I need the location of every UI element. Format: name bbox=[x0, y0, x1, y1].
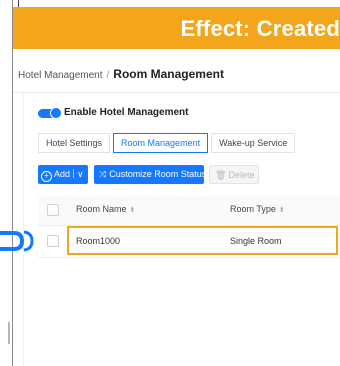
sort-icon: ⬍ bbox=[129, 207, 136, 214]
select-all-checkbox[interactable] bbox=[47, 204, 59, 216]
tab-room-management[interactable]: Room Management bbox=[113, 133, 209, 153]
column-room-name-label: Room Name bbox=[76, 204, 127, 214]
trash-icon: 🗑 bbox=[215, 170, 227, 180]
add-button[interactable]: + Add ∨ bbox=[38, 165, 88, 184]
toggle-label: Enable Hotel Management bbox=[64, 107, 189, 118]
add-button-divider bbox=[73, 169, 75, 178]
enable-hotel-management-toggle[interactable] bbox=[38, 107, 62, 119]
row-checkbox[interactable] bbox=[47, 235, 59, 247]
breadcrumb-parent[interactable]: Hotel Management bbox=[18, 70, 103, 81]
delete-button-label: Delete bbox=[228, 170, 255, 180]
customize-button-label: Customize Room Status bbox=[109, 169, 207, 179]
tab-wake-up-service[interactable]: Wake-up Service bbox=[211, 133, 296, 153]
table-cell-room-name: Room1000 bbox=[76, 236, 121, 246]
breadcrumb-separator: / bbox=[106, 70, 110, 81]
tab-hotel-settings[interactable]: Hotel Settings bbox=[38, 133, 111, 153]
page-title: Room Management bbox=[113, 67, 224, 81]
breadcrumb: Hotel Management / Room Management bbox=[18, 67, 224, 81]
column-room-type-label: Room Type bbox=[230, 204, 276, 214]
window-edge-notch bbox=[8, 322, 10, 344]
column-header-room-name[interactable]: Room Name ⬍ bbox=[76, 204, 135, 214]
effect-banner: Effect: Created bbox=[13, 7, 340, 49]
toggle-knob bbox=[50, 107, 62, 119]
window-top-tick bbox=[18, 0, 19, 7]
banner-title: Effect: Created bbox=[180, 16, 340, 41]
window-left-edge bbox=[12, 0, 13, 366]
row-divider bbox=[38, 257, 340, 258]
chevron-down-icon: ∨ bbox=[77, 169, 84, 179]
sort-icon: ⬍ bbox=[278, 207, 285, 214]
customize-room-status-button[interactable]: ⤨ Customize Room Status bbox=[94, 165, 207, 184]
delete-button[interactable]: 🗑 Delete bbox=[209, 165, 259, 184]
plus-circle-icon: + bbox=[41, 171, 52, 182]
column-header-room-type[interactable]: Room Type ⬍ bbox=[230, 204, 285, 214]
shuffle-icon: ⤨ bbox=[99, 169, 107, 179]
add-button-label: Add bbox=[54, 169, 71, 179]
table-header: Room Name ⬍ Room Type ⬍ bbox=[38, 196, 340, 226]
pointer-arrow-icon bbox=[0, 230, 34, 252]
table-cell-room-type: Single Room bbox=[230, 236, 282, 246]
settings-tabs: Hotel Settings Room Management Wake-up S… bbox=[38, 133, 298, 153]
